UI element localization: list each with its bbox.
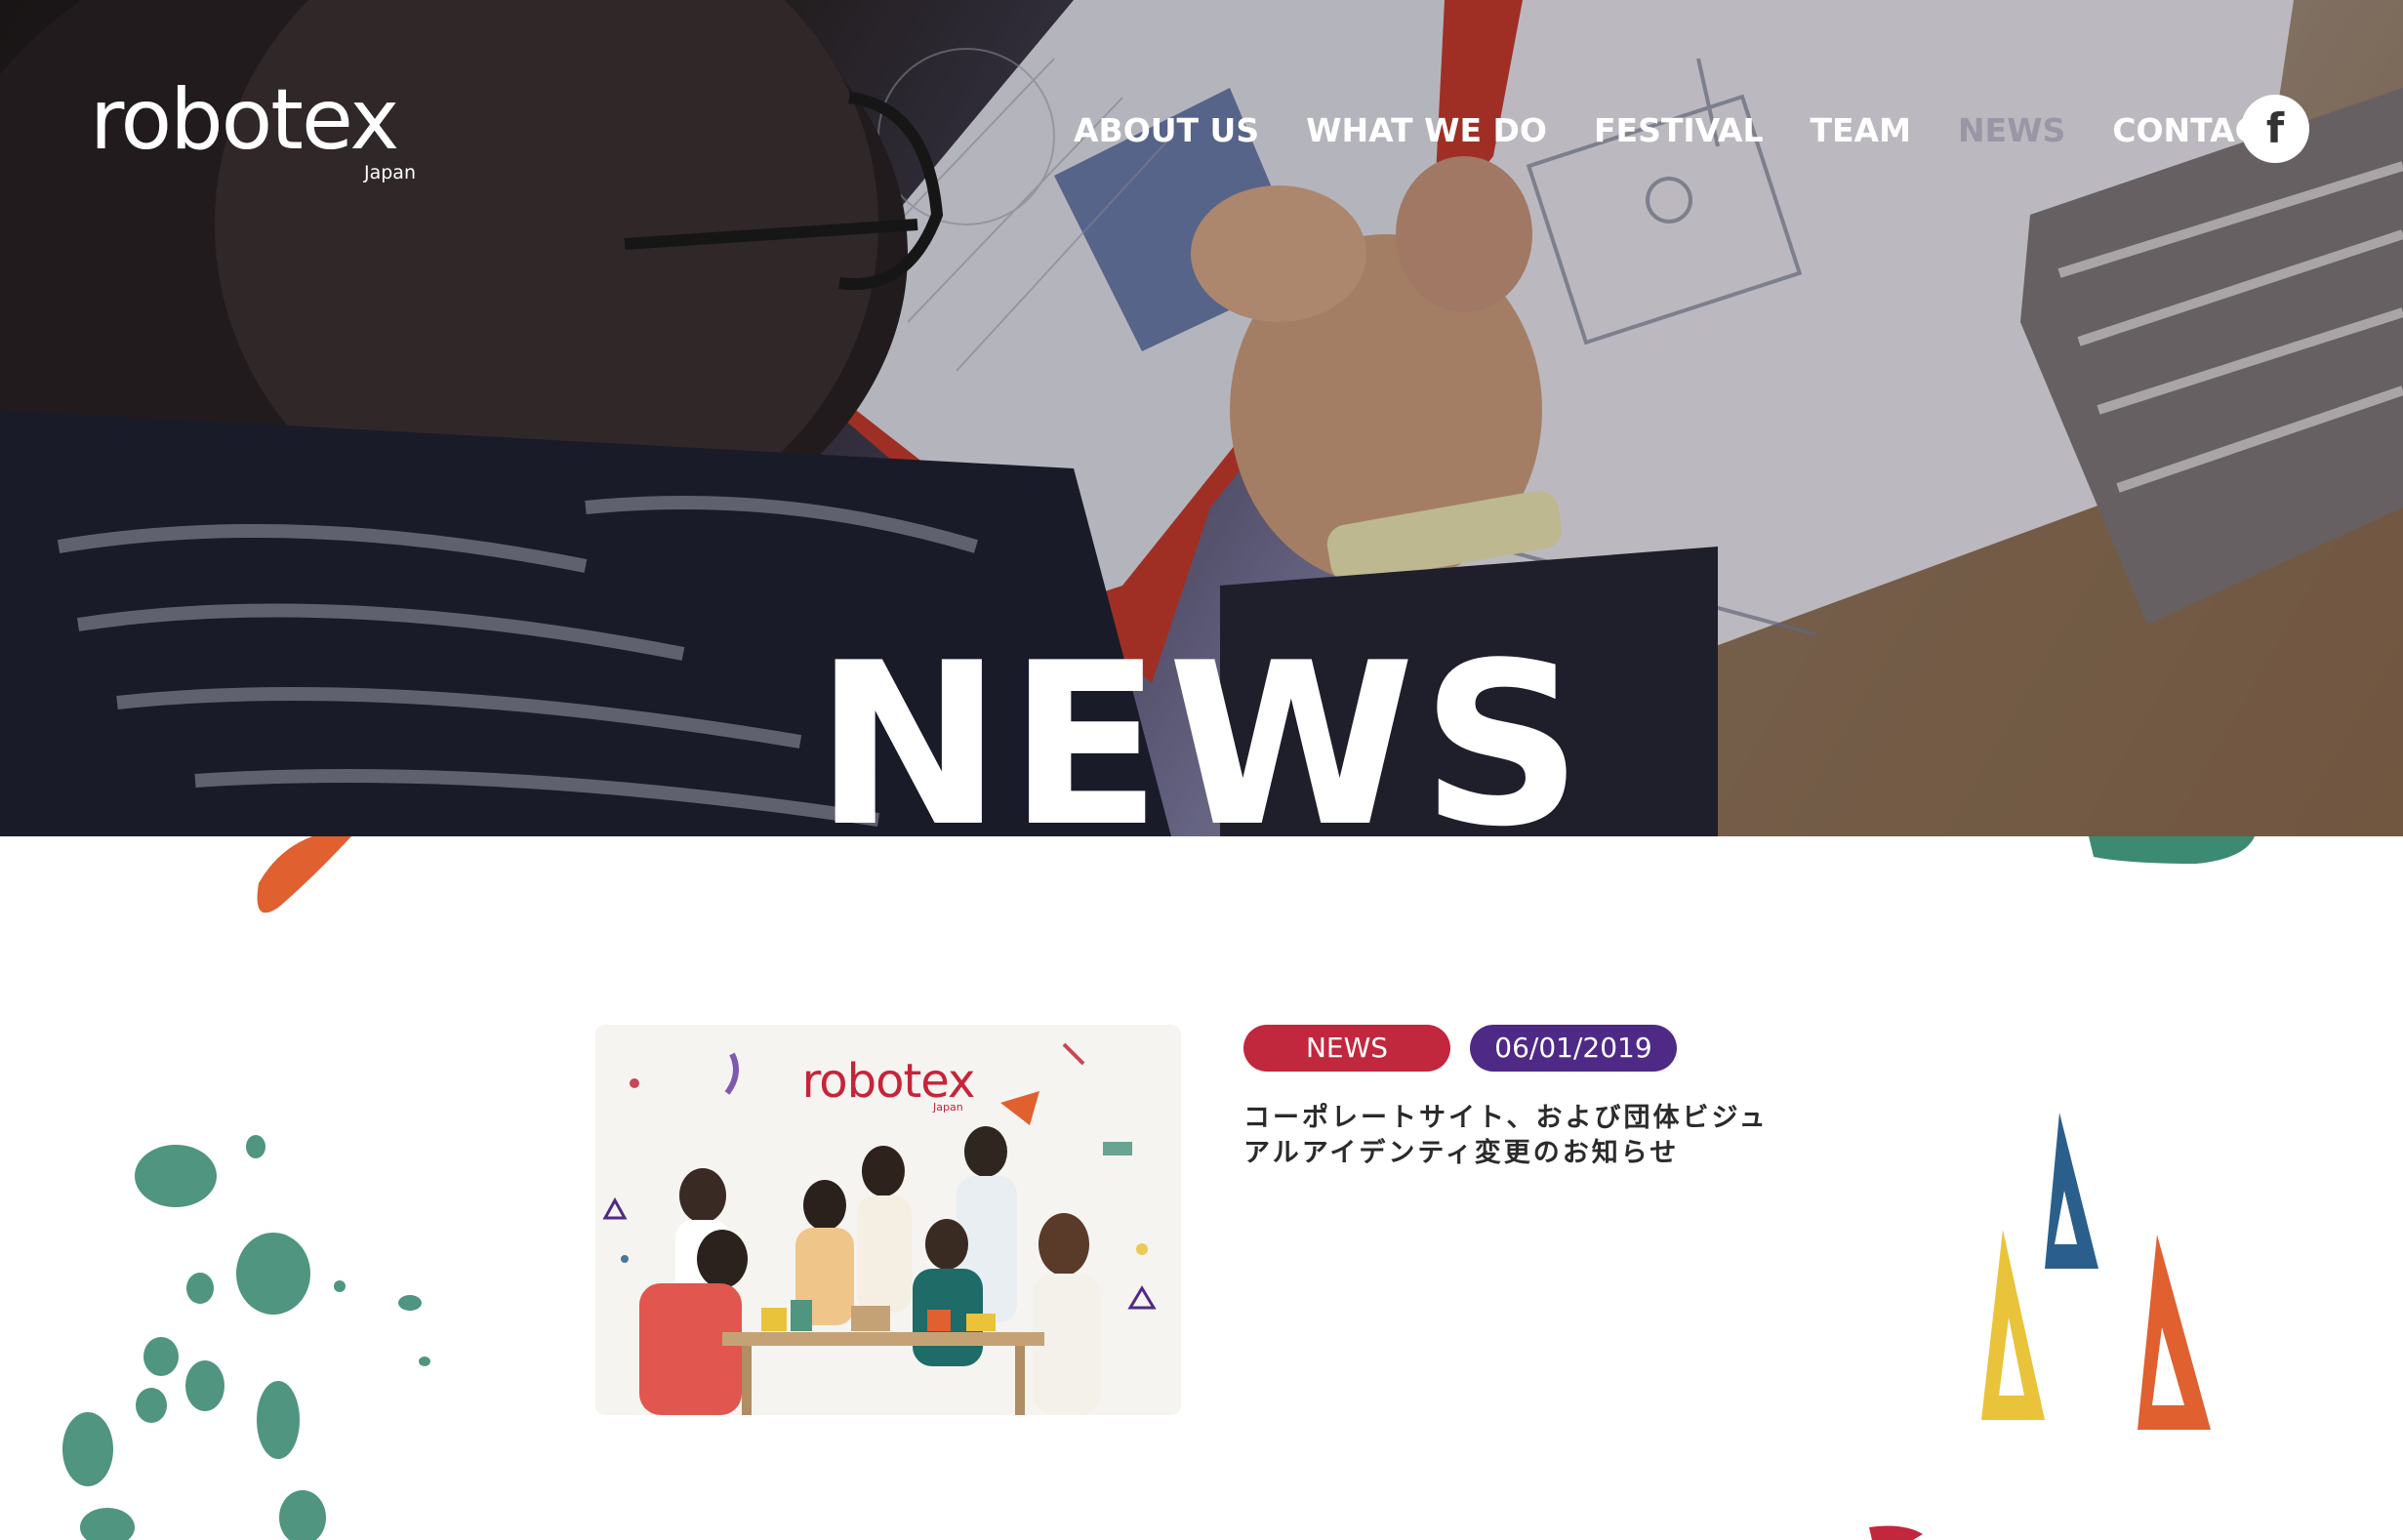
red-brush-stroke	[1869, 1525, 1923, 1540]
news-thumbnail[interactable]: robotex Japan	[595, 1025, 1181, 1415]
orange-brush-stroke	[257, 836, 351, 913]
date-tag: 06/01/2019	[1470, 1025, 1677, 1072]
thumbnail-logo: robotex	[801, 1054, 976, 1109]
thumbnail-logo-subtitle: Japan	[933, 1101, 963, 1114]
news-title-link[interactable]: コーポレートサイト、および団体ビジュアルアイデンティ変更のお知らせ	[1243, 1101, 1790, 1171]
teal-ink-splashes	[62, 1135, 430, 1540]
teal-brush-stroke	[2089, 836, 2255, 864]
triangle-brush-shapes	[1981, 1113, 2211, 1430]
decorative-splashes	[62, 836, 2255, 1540]
category-tag[interactable]: NEWS	[1243, 1025, 1450, 1072]
